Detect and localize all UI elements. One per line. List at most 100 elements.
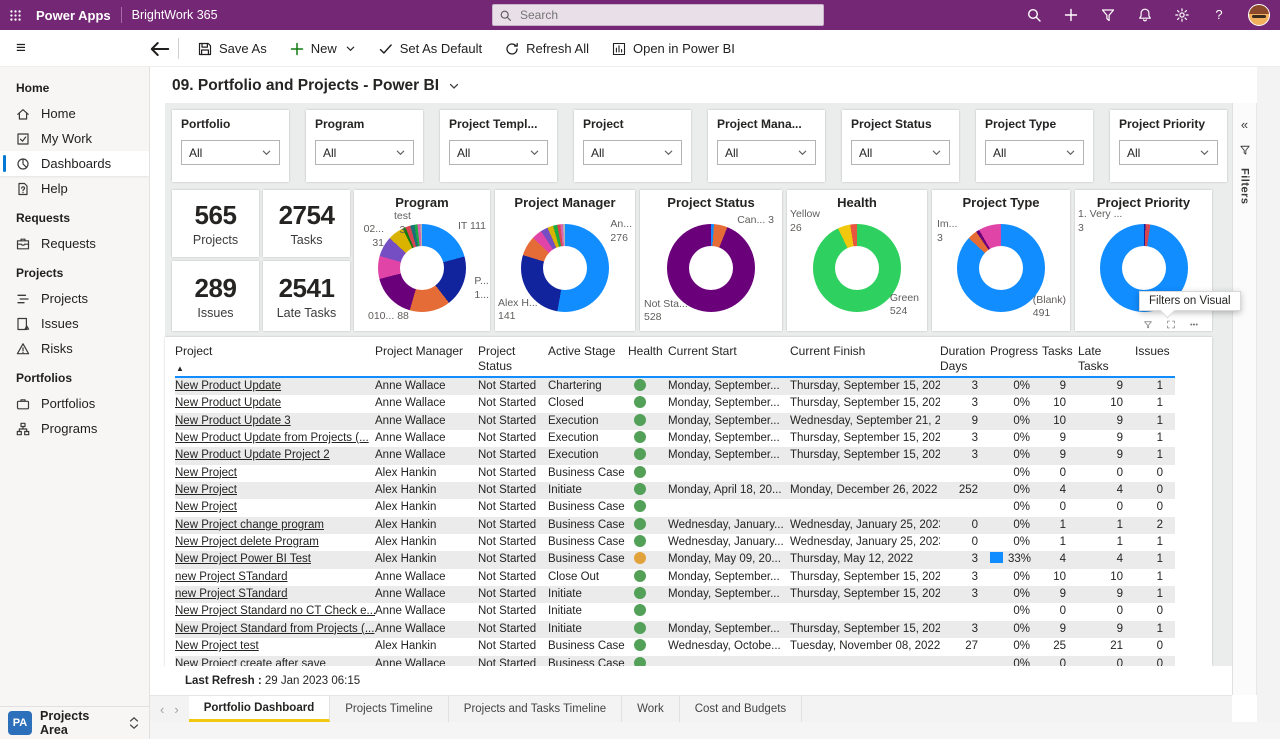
cell-project[interactable]: New Project: [175, 465, 375, 482]
tab-next-icon[interactable]: ›: [174, 702, 178, 717]
filters-pane-collapsed[interactable]: « Filters: [1232, 103, 1257, 695]
bell-icon[interactable]: [1137, 7, 1153, 23]
slicer-dropdown[interactable]: All: [1119, 140, 1218, 165]
sidebar-item-risks[interactable]: Risks: [0, 336, 149, 361]
table-row[interactable]: New Product Update 3 Anne Wallace Not Star…: [175, 412, 1175, 431]
environment-name[interactable]: BrightWork 365: [132, 8, 218, 22]
table-row[interactable]: New Product Update from Projects (... Ann…: [175, 430, 1175, 447]
user-avatar[interactable]: [1248, 4, 1270, 26]
slicer-dropdown[interactable]: All: [851, 140, 950, 165]
column-header-issues[interactable]: Issues: [1135, 344, 1175, 376]
cell-project[interactable]: New Project Standard no CT Check e...: [175, 603, 375, 620]
tab-prev-icon[interactable]: ‹: [160, 702, 164, 717]
tab-projects-and-tasks-timeline[interactable]: Projects and Tasks Timeline: [449, 696, 623, 722]
cell-project[interactable]: New Project delete Program: [175, 534, 375, 551]
slicer-dropdown[interactable]: All: [315, 140, 414, 165]
cell-project[interactable]: New Product Update Project 2: [175, 447, 375, 464]
tab-projects-timeline[interactable]: Projects Timeline: [330, 696, 449, 722]
chevron-updown-icon[interactable]: [127, 715, 141, 731]
table-row[interactable]: New Product Update Project 2 Anne Wallace…: [175, 447, 1175, 465]
table-row[interactable]: New Project Alex Hankin Not Started Busines…: [175, 465, 1175, 482]
column-header-late-tasks[interactable]: Late Tasks: [1078, 344, 1135, 376]
slicer-dropdown[interactable]: All: [449, 140, 548, 165]
global-search[interactable]: [492, 4, 824, 26]
cell-project[interactable]: New Project Power BI Test: [175, 551, 375, 568]
help-icon[interactable]: ?: [1211, 7, 1227, 23]
column-header-progress[interactable]: Progress: [990, 344, 1042, 376]
column-header-current-finish[interactable]: Current Finish: [790, 344, 940, 376]
column-header-project-manager[interactable]: Project Manager: [375, 344, 478, 376]
visual-focus-mode-icon[interactable]: [1164, 319, 1178, 330]
cell-project[interactable]: New Product Update from Projects (...: [175, 430, 375, 447]
settings-gear-icon[interactable]: [1174, 7, 1190, 23]
cell-project[interactable]: New Product Update: [175, 378, 375, 395]
waffle-icon[interactable]: [0, 0, 30, 30]
cell-project[interactable]: New Project: [175, 482, 375, 499]
filter-icon[interactable]: [1100, 7, 1116, 23]
table-row[interactable]: New Project create after save Anne Wallac…: [175, 655, 1175, 667]
command-button-save-as[interactable]: Save As: [186, 34, 278, 64]
sidebar-item-programs[interactable]: Programs: [0, 416, 149, 441]
table-row[interactable]: New Project test Alex Hankin Not Started Bu…: [175, 638, 1175, 655]
cell-project[interactable]: New Project change program: [175, 517, 375, 534]
visual-more-options-icon[interactable]: [1187, 319, 1201, 330]
command-button-open-in-power-bi[interactable]: Open in Power BI: [600, 34, 746, 64]
table-row[interactable]: New Product Update Anne Wallace Not Starte…: [175, 378, 1175, 396]
tab-work[interactable]: Work: [622, 696, 680, 722]
slicer-dropdown[interactable]: All: [717, 140, 816, 165]
table-row[interactable]: new Project STandard Anne Wallace Not Star…: [175, 569, 1175, 586]
slicer-dropdown[interactable]: All: [583, 140, 682, 165]
expand-filters-icon[interactable]: «: [1241, 117, 1248, 132]
table-row[interactable]: New Product Update Anne Wallace Not Starte…: [175, 395, 1175, 412]
cell-project[interactable]: New Product Update: [175, 395, 375, 412]
cell-project[interactable]: New Project Standard from Projects (...: [175, 621, 375, 638]
command-button-refresh-all[interactable]: Refresh All: [493, 34, 600, 64]
column-header-project-status[interactable]: Project Status: [478, 344, 548, 376]
table-row[interactable]: New Project Alex Hankin Not Started Initiat…: [175, 482, 1175, 500]
sidebar-item-portfolios[interactable]: Portfolios: [0, 391, 149, 416]
area-switcher[interactable]: PA Projects Area: [0, 706, 150, 739]
app-name[interactable]: Power Apps: [36, 8, 111, 23]
column-header-health[interactable]: Health: [628, 344, 668, 376]
add-icon[interactable]: [1063, 7, 1079, 23]
tab-cost-and-budgets[interactable]: Cost and Budgets: [680, 696, 803, 722]
command-button-new[interactable]: New: [278, 34, 367, 64]
cell-project[interactable]: New Project test: [175, 638, 375, 655]
visual-filter-icon[interactable]: [1141, 319, 1155, 330]
sidebar-item-help[interactable]: Help: [0, 176, 149, 201]
search-input[interactable]: [518, 7, 798, 23]
table-row[interactable]: New Project Standard no CT Check e... Ann…: [175, 603, 1175, 620]
back-button[interactable]: [148, 37, 172, 61]
column-header-project[interactable]: Project: [175, 344, 375, 376]
search-icon[interactable]: [1026, 7, 1042, 23]
cell-project[interactable]: new Project STandard: [175, 586, 375, 603]
table-row[interactable]: new Project STandard Anne Wallace Not Star…: [175, 586, 1175, 604]
command-button-set-as-default[interactable]: Set As Default: [367, 34, 493, 64]
column-header-active-stage[interactable]: Active Stage: [548, 344, 628, 376]
cell-project[interactable]: New Project: [175, 499, 375, 516]
table-row[interactable]: New Project Standard from Projects (... A…: [175, 620, 1175, 639]
sidebar-item-issues[interactable]: Issues: [0, 311, 149, 336]
tab-portfolio-dashboard[interactable]: Portfolio Dashboard: [188, 696, 331, 722]
cell-project[interactable]: New Project create after save: [175, 656, 375, 667]
sidebar-item-projects[interactable]: Projects: [0, 286, 149, 311]
column-header-duration-days[interactable]: Duration Days: [940, 344, 990, 376]
sort-ascending-icon[interactable]: ▲: [176, 364, 184, 373]
table-row[interactable]: New Project Alex Hankin Not Started Busines…: [175, 499, 1175, 516]
sidebar-item-dashboards[interactable]: Dashboards: [0, 151, 149, 176]
sidebar-item-my-work[interactable]: My Work: [0, 126, 149, 151]
hamburger-menu-icon[interactable]: ≡: [10, 37, 32, 59]
sidebar-item-home[interactable]: Home: [0, 101, 149, 126]
slicer-dropdown[interactable]: All: [181, 140, 280, 165]
cell-project[interactable]: new Project STandard: [175, 569, 375, 586]
column-header-tasks[interactable]: Tasks: [1042, 344, 1078, 376]
dashboard-selector[interactable]: 09. Portfolio and Projects - Power BI: [172, 77, 460, 95]
table-row[interactable]: New Project Power BI Test Alex Hankin Not …: [175, 551, 1175, 569]
table-row[interactable]: New Project delete Program Alex Hankin Not…: [175, 534, 1175, 551]
column-header-current-start[interactable]: Current Start: [668, 344, 790, 376]
sidebar-item-requests[interactable]: Requests: [0, 231, 149, 256]
table-row[interactable]: New Project change program Alex Hankin Not…: [175, 516, 1175, 535]
cell-issues: 1: [1156, 553, 1163, 566]
slicer-dropdown[interactable]: All: [985, 140, 1084, 165]
cell-project[interactable]: New Product Update 3: [175, 413, 375, 430]
